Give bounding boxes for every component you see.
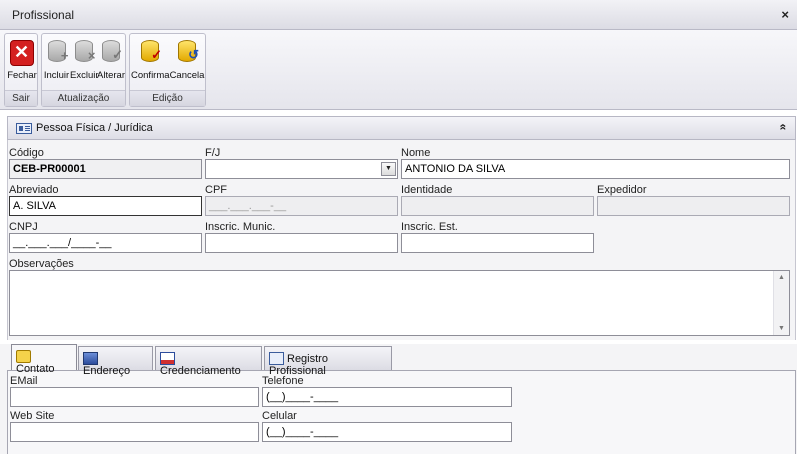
email-field[interactable] <box>10 387 259 407</box>
identidade-field[interactable] <box>401 196 594 216</box>
ribbon-group-edicao: ✓ Confirma ↺ Cancela Edição <box>129 33 206 107</box>
inscr-est-field[interactable] <box>401 233 594 253</box>
cpf-label: CPF <box>205 184 227 196</box>
id-card-icon <box>269 352 284 365</box>
cancela-label: Cancela <box>169 70 205 81</box>
excluir-label: Excluir <box>70 70 99 81</box>
section-title: Pessoa Física / Jurídica <box>36 122 153 134</box>
ribbon-group-caption: Sair <box>5 90 37 106</box>
ribbon-group-sair: Fechar Sair <box>4 33 38 107</box>
alterar-button[interactable]: ✓ Alterar <box>97 40 125 88</box>
website-label: Web Site <box>10 410 55 422</box>
database-confirm-icon: ✓ <box>141 40 162 62</box>
alterar-label: Alterar <box>97 70 125 81</box>
window-titlebar: Profissional × <box>0 0 797 30</box>
expedidor-field[interactable] <box>597 196 790 216</box>
tab-credenciamento-label: Credenciamento <box>160 365 241 377</box>
telefone-label: Telefone <box>262 375 304 387</box>
tab-contato[interactable]: Contato <box>11 344 77 375</box>
incluir-label: Incluir <box>43 70 70 81</box>
building-icon <box>83 352 98 365</box>
excluir-button[interactable]: × Excluir <box>70 40 99 88</box>
inscr-munic-field[interactable] <box>205 233 398 253</box>
inscr-est-label: Inscric. Est. <box>401 221 458 233</box>
fj-label: F/J <box>205 147 221 159</box>
database-edit-icon: ✓ <box>102 40 123 62</box>
contact-icon <box>16 350 31 363</box>
ribbon-group-caption: Atualização <box>42 90 125 106</box>
abreviado-label: Abreviado <box>9 184 59 196</box>
tab-endereco-label: Endereço <box>83 365 131 377</box>
cnpj-label: CNPJ <box>9 221 38 233</box>
cancela-button[interactable]: ↺ Cancela <box>169 40 205 88</box>
tab-endereco[interactable]: Endereço <box>78 346 153 377</box>
fechar-label: Fechar <box>7 70 37 81</box>
inscr-munic-label: Inscric. Munic. <box>205 221 276 233</box>
fechar-button[interactable]: Fechar <box>6 40 38 88</box>
celular-label: Celular <box>262 410 297 422</box>
chevron-down-icon[interactable]: ▼ <box>381 162 396 176</box>
close-red-icon <box>10 40 34 66</box>
ribbon-group-caption: Edição <box>130 90 205 106</box>
ribbon-toolbar: Fechar Sair + Incluir × Excluir ✓ Altera… <box>0 30 797 110</box>
ribbon-group-atualizacao: + Incluir × Excluir ✓ Alterar Atualizaçã… <box>41 33 126 107</box>
observacoes-label: Observações <box>9 258 74 270</box>
confirma-label: Confirma <box>131 70 170 81</box>
nome-field[interactable]: ANTONIO DA SILVA <box>401 159 790 179</box>
tab-registro-profissional[interactable]: Registro Profissional <box>264 346 392 377</box>
abreviado-field[interactable]: A. SILVA <box>9 196 202 216</box>
incluir-button[interactable]: + Incluir <box>43 40 70 88</box>
cpf-field[interactable]: ___.___.___-__ <box>205 196 398 216</box>
database-add-icon: + <box>47 40 69 63</box>
collapse-icon[interactable]: « <box>777 124 791 131</box>
scroll-down-icon[interactable]: ▼ <box>778 325 785 332</box>
database-cancel-icon: ↺ <box>178 40 199 62</box>
window-title: Profissional <box>12 8 75 22</box>
scroll-up-icon[interactable]: ▲ <box>778 274 785 281</box>
telefone-field[interactable]: (__)____-____ <box>262 387 512 407</box>
database-delete-icon: × <box>74 40 96 63</box>
confirma-button[interactable]: ✓ Confirma <box>131 40 170 88</box>
codigo-field[interactable]: CEB-PR00001 <box>9 159 202 179</box>
tab-contato-label: Contato <box>16 363 55 375</box>
cnpj-field[interactable]: __.___.___/____-__ <box>9 233 202 253</box>
tab-credenciamento[interactable]: Credenciamento <box>155 346 262 377</box>
identidade-label: Identidade <box>401 184 453 196</box>
scrollbar[interactable]: ▲ ▼ <box>773 271 789 335</box>
observacoes-field[interactable]: ▲ ▼ <box>9 270 790 336</box>
document-icon <box>160 352 175 365</box>
website-field[interactable] <box>10 422 259 442</box>
email-label: EMail <box>10 375 38 387</box>
fj-select[interactable]: ▼ <box>205 159 398 179</box>
id-card-icon <box>16 123 32 134</box>
close-window-icon[interactable]: × <box>781 7 789 22</box>
celular-field[interactable]: (__)____-____ <box>262 422 512 442</box>
nome-label: Nome <box>401 147 431 159</box>
expedidor-label: Expedidor <box>597 184 647 196</box>
section-header[interactable]: Pessoa Física / Jurídica « <box>7 116 796 140</box>
codigo-label: Código <box>9 147 44 159</box>
